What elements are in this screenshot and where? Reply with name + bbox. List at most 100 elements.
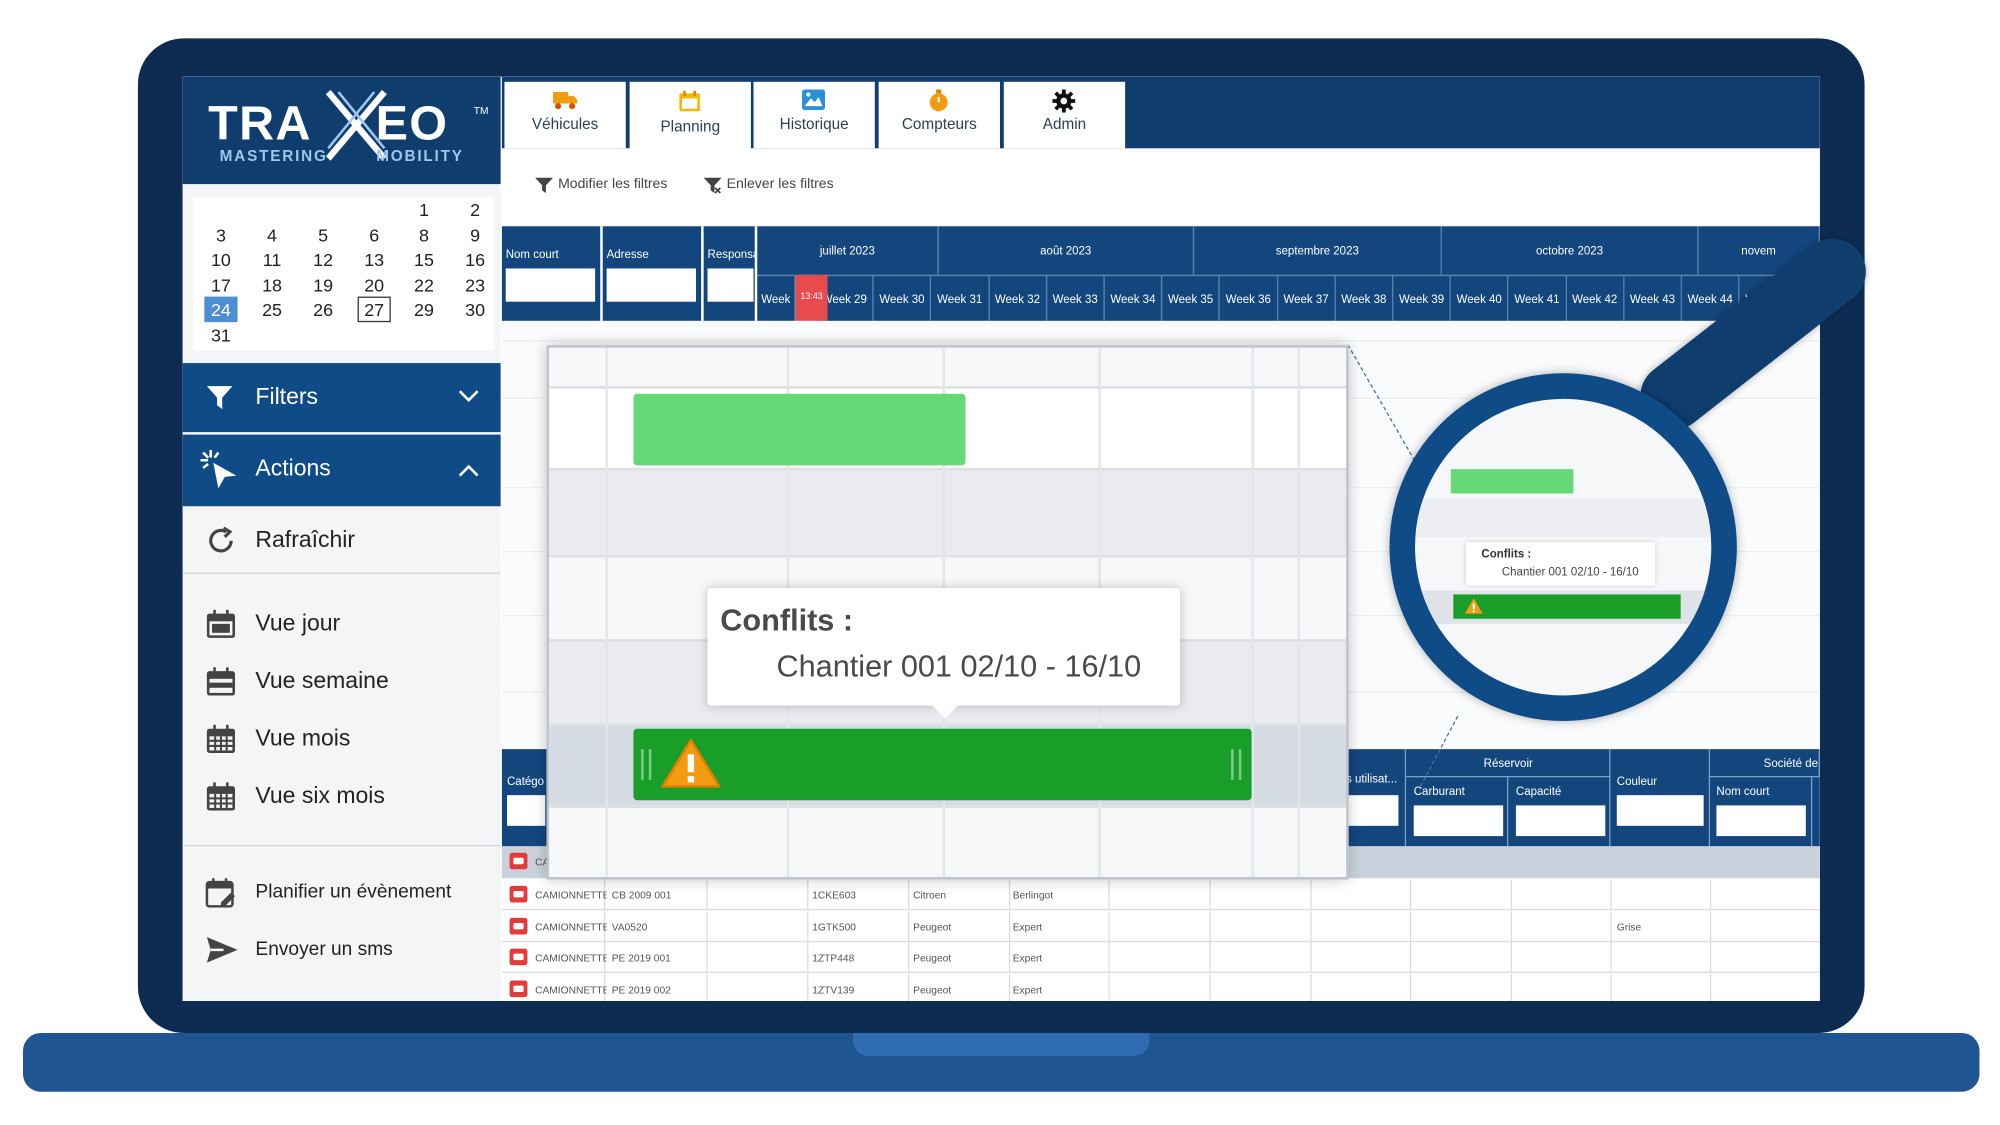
cell-divider (1710, 910, 1712, 942)
calendar-day[interactable]: 1 (407, 197, 440, 223)
zoom-callout: Conflits : Chantier 001 02/10 - 16/10 (546, 345, 1349, 880)
cell-divider (1409, 879, 1412, 911)
cell-category: CAMIONNETTE (535, 983, 607, 996)
send-sms-label: Envoyer un sms (255, 938, 393, 961)
column-label: Catégo (507, 774, 545, 788)
refresh-button[interactable]: Rafraîchir (183, 515, 501, 566)
view-six-months-button[interactable]: Vue six mois (183, 771, 501, 822)
group-label: Société de (1763, 756, 1818, 770)
cell-divider (1008, 942, 1011, 973)
calendar-day[interactable]: 6 (358, 222, 391, 248)
carburant-filter-input[interactable] (1413, 805, 1504, 837)
calendar-day[interactable]: 26 (307, 297, 340, 323)
plan-event-label: Planifier un évènement (255, 880, 452, 903)
cell-model: Expert (1012, 983, 1043, 996)
calendar-day[interactable]: 22 (407, 272, 440, 298)
calendar-day[interactable]: 15 (407, 247, 440, 273)
zoom-grid-line (1251, 347, 1255, 877)
calendar-day[interactable]: 9 (458, 222, 491, 248)
week-header: Week 38 (1335, 274, 1394, 321)
actions-section-header[interactable]: Actions (182, 434, 501, 507)
capacite-filter-input[interactable] (1515, 805, 1606, 837)
calendar-day[interactable]: 27 (357, 297, 391, 323)
booking-bar[interactable] (633, 393, 966, 466)
zoom-row (549, 347, 1347, 387)
calendar-day[interactable]: 8 (407, 222, 440, 248)
cell-divider (706, 942, 708, 973)
view-month-button[interactable]: Vue mois (183, 713, 501, 764)
utilisateurs-filter-input[interactable] (1342, 795, 1399, 826)
calendar-day[interactable]: 31 (204, 322, 237, 348)
calendar-day[interactable]: 4 (255, 222, 288, 248)
calendar-day[interactable]: 19 (307, 272, 340, 298)
calendar-day[interactable]: 17 (204, 272, 237, 298)
calendar-day[interactable]: 5 (307, 222, 340, 248)
calendar-day[interactable]: 11 (255, 247, 288, 273)
categorie-filter-input[interactable] (507, 795, 546, 826)
calendar-day[interactable]: 29 (407, 297, 440, 323)
calendar-day[interactable]: 13 (358, 247, 391, 273)
chevron-down-icon (458, 390, 479, 402)
cell-divider (1209, 879, 1211, 911)
cell-divider (1610, 910, 1612, 942)
cell-name: CB 2009 001 (611, 889, 672, 902)
conflict-tooltip: Conflits : Chantier 001 02/10 - 16/10 (707, 588, 1181, 719)
table-row[interactable]: CAMIONNETTE CB 2009 001 1CKE603 Citroen Berl… (501, 879, 1820, 911)
calendar-day[interactable]: 24 (204, 297, 238, 323)
week-header: Week 35 (1162, 274, 1221, 321)
tab-vehicules[interactable]: Véhicules (504, 81, 626, 149)
table-row[interactable]: CAMIONNETTE PE 2019 002 1ZTV139 Peugeot Expe… (502, 973, 1820, 1001)
logo-tagline: MASTERING MOBILITY (219, 147, 464, 165)
calendar-day[interactable]: 3 (204, 222, 237, 248)
group-societe: Société de (1710, 749, 1820, 778)
nom-court-filter-input[interactable] (505, 268, 596, 302)
tab-label: Planning (660, 117, 721, 136)
couleur-filter-input[interactable] (1616, 795, 1704, 826)
calendar-day[interactable]: 30 (458, 297, 491, 323)
send-sms-button[interactable]: Envoyer un sms (183, 924, 501, 975)
cell-divider (908, 942, 910, 973)
column-label: Carburant (1413, 784, 1465, 798)
calendar-edit-icon (205, 878, 235, 908)
mag-conflict-tooltip: Conflits : Chantier 001 02/10 - 16/10 (1466, 542, 1656, 586)
calendar-day[interactable]: 25 (255, 297, 288, 323)
tab-admin[interactable]: Admin (1003, 81, 1126, 149)
calendar-day[interactable]: 12 (307, 247, 340, 273)
column-label: Nom court (1716, 784, 1770, 798)
cell-divider (1409, 942, 1412, 973)
calendar-day[interactable]: 2 (458, 197, 491, 223)
view-week-button[interactable]: Vue semaine (183, 656, 501, 707)
table-row[interactable]: CAMIONNETTE PE 2019 001 1ZTP448 Peugeot Expe… (501, 942, 1820, 973)
tab-planning[interactable]: Planning (629, 81, 751, 154)
societe-nom-court-filter-input[interactable] (1716, 805, 1806, 837)
remove-filters-label: Enlever les filtres (726, 176, 834, 192)
tab-label: Admin (1042, 115, 1087, 133)
calendar-day[interactable]: 18 (255, 272, 288, 298)
filters-section-header[interactable]: Filters (182, 363, 501, 433)
calendar-day[interactable]: 20 (358, 272, 391, 298)
cell-divider (1310, 973, 1312, 1001)
adresse-filter-input[interactable] (606, 268, 697, 302)
calendar-day[interactable]: 10 (204, 247, 237, 273)
plan-event-button[interactable]: Planifier un évènement (183, 867, 501, 918)
cell-divider (1610, 942, 1612, 973)
cell-divider (1008, 973, 1011, 1001)
remove-filters-button[interactable]: Enlever les filtres (703, 176, 834, 194)
tab-historique[interactable]: Historique (753, 81, 875, 149)
modify-filters-button[interactable]: Modifier les filtres (535, 176, 667, 194)
calendar-day[interactable]: 23 (458, 272, 491, 298)
view-day-button[interactable]: Vue jour (183, 598, 501, 649)
zoom-grid-line (605, 347, 608, 877)
tooltip-detail: Chantier 001 02/10 - 16/10 (776, 649, 1142, 684)
tab-compteurs[interactable]: Compteurs (878, 81, 1000, 149)
cell-divider (1510, 879, 1513, 911)
conflict-booking-bar[interactable] (633, 728, 1252, 801)
cell-divider (1008, 910, 1011, 942)
table-row[interactable]: CAMIONNETTE VA0520 1GTK500 Peugeot Expert Gri… (501, 910, 1820, 942)
resize-handle-left[interactable] (641, 749, 652, 780)
calendar-day[interactable]: 16 (458, 247, 491, 273)
responsable-filter-input[interactable] (707, 268, 754, 302)
resize-handle-right[interactable] (1231, 749, 1242, 780)
cell-model: Expert (1012, 952, 1043, 964)
image-icon (802, 89, 826, 110)
